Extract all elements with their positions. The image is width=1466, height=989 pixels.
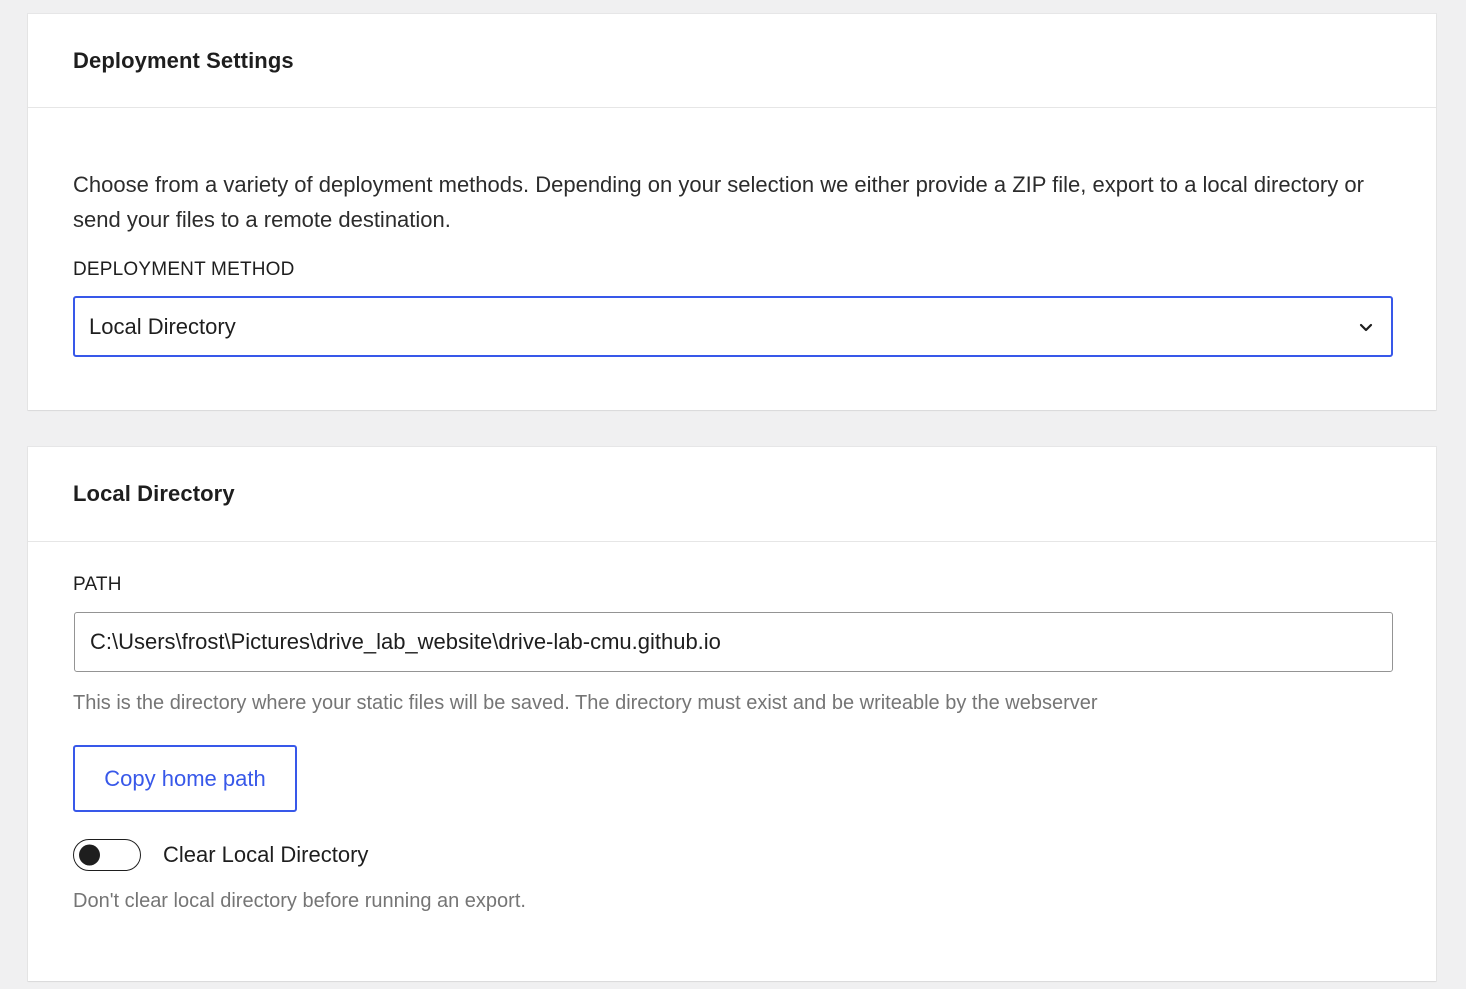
deployment-settings-card: Deployment Settings Choose from a variet… xyxy=(28,14,1436,410)
clear-directory-toggle[interactable] xyxy=(73,839,141,871)
path-label: PATH xyxy=(73,574,122,595)
deployment-method-label: DEPLOYMENT METHOD xyxy=(73,259,295,280)
deployment-settings-header: Deployment Settings xyxy=(28,14,1436,108)
deployment-description: Choose from a variety of deployment meth… xyxy=(73,172,1364,232)
clear-directory-help-text: Don't clear local directory before runni… xyxy=(73,890,526,912)
local-directory-card: Local Directory PATH This is the directo… xyxy=(28,447,1436,981)
path-input[interactable] xyxy=(74,612,1393,672)
toggle-knob xyxy=(79,844,100,866)
local-directory-body: PATH This is the directory where your st… xyxy=(28,542,1436,913)
deployment-method-select[interactable]: Local Directory xyxy=(73,296,1393,357)
clear-directory-toggle-row: Clear Local Directory xyxy=(73,838,1392,872)
local-directory-title: Local Directory xyxy=(73,481,235,506)
chevron-down-icon xyxy=(1359,323,1373,331)
deployment-settings-title: Deployment Settings xyxy=(73,47,294,73)
copy-home-path-button[interactable]: Copy home path xyxy=(73,745,297,812)
clear-directory-label: Clear Local Directory xyxy=(163,842,369,867)
path-help-text: This is the directory where your static … xyxy=(73,692,1098,714)
deployment-method-value: Local Directory xyxy=(89,313,236,339)
local-directory-header: Local Directory xyxy=(28,447,1436,542)
deployment-settings-body: Choose from a variety of deployment meth… xyxy=(28,108,1436,357)
